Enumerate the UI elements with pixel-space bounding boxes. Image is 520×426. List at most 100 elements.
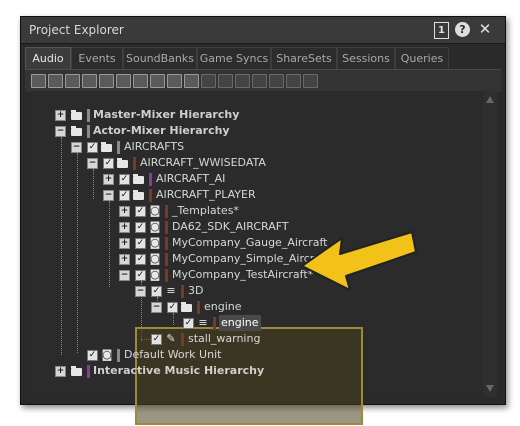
blend-container-tool-icon[interactable] xyxy=(150,74,165,88)
include-checkbox[interactable]: ✓ xyxy=(135,206,146,217)
disabled-tool-3-icon[interactable] xyxy=(235,74,250,88)
toolbar xyxy=(25,69,501,92)
callout-arrow-shape xyxy=(301,231,417,291)
disabled-tool-1-icon[interactable] xyxy=(201,74,216,88)
sound-sfx-icon: ✎ xyxy=(166,332,176,345)
tab-bar: Audio Events SoundBanks Game Syncs Share… xyxy=(25,47,501,69)
virtual-folder-tool-icon[interactable] xyxy=(65,74,80,88)
work-unit-icon: ◙ xyxy=(149,268,161,281)
expand-toggle[interactable]: + xyxy=(55,110,66,121)
expand-toggle[interactable]: + xyxy=(119,206,130,217)
color-swatch xyxy=(213,317,216,330)
work-unit-icon: ◙ xyxy=(149,204,161,217)
work-unit-tool-icon[interactable] xyxy=(31,74,46,88)
tree-row-aircraft-ai[interactable]: + ✓ AIRCRAFT_AI xyxy=(31,171,471,187)
hierarchy-icon xyxy=(71,366,82,376)
include-checkbox[interactable]: ✓ xyxy=(183,318,194,329)
disabled-tool-5-icon[interactable] xyxy=(269,74,284,88)
tree-label: _Templates* xyxy=(172,204,239,217)
folder-tool-icon[interactable] xyxy=(48,74,63,88)
expand-toggle[interactable]: + xyxy=(103,174,114,185)
tab-events[interactable]: Events xyxy=(71,47,123,69)
tree-row-interactive-music[interactable]: + Interactive Music Hierarchy xyxy=(31,363,471,379)
tree-row-templates[interactable]: + ✓ ◙ _Templates* xyxy=(31,203,471,219)
random-container-tool-icon[interactable] xyxy=(99,74,114,88)
expand-toggle[interactable]: + xyxy=(119,254,130,265)
color-swatch xyxy=(165,221,168,234)
tree-row-master-mixer[interactable]: + Master-Mixer Hierarchy xyxy=(31,107,471,123)
tree-row-aircrafts[interactable]: − ✓ AIRCRAFTS xyxy=(31,139,471,155)
tree-row-default-work-unit[interactable]: ✓ ◙ Default Work Unit xyxy=(31,347,471,363)
include-checkbox[interactable]: ✓ xyxy=(151,286,162,297)
include-checkbox[interactable]: ✓ xyxy=(103,158,114,169)
disabled-tool-6-icon[interactable] xyxy=(286,74,301,88)
collapse-toggle[interactable]: − xyxy=(71,142,82,153)
work-unit-icon: ◙ xyxy=(101,348,113,361)
sound-voice-tool-icon[interactable] xyxy=(184,74,199,88)
include-checkbox[interactable]: ✓ xyxy=(87,350,98,361)
tab-audio[interactable]: Audio xyxy=(25,47,71,69)
vertical-scrollbar[interactable] xyxy=(483,91,497,397)
expand-toggle[interactable]: + xyxy=(55,366,66,377)
close-button[interactable]: ✕ xyxy=(477,22,493,37)
collapse-toggle[interactable]: − xyxy=(151,302,162,313)
project-explorer-window: Project Explorer 1 ? ✕ Audio Events Soun… xyxy=(20,16,506,425)
include-checkbox[interactable]: ✓ xyxy=(135,270,146,281)
collapse-toggle[interactable]: − xyxy=(55,126,66,137)
tree-label: AIRCRAFTS xyxy=(124,140,185,153)
include-checkbox[interactable]: ✓ xyxy=(119,190,130,201)
tree-row-actor-mixer[interactable]: − Actor-Mixer Hierarchy xyxy=(31,123,471,139)
color-swatch xyxy=(181,285,184,298)
folder-icon xyxy=(133,190,144,200)
tab-game-syncs[interactable]: Game Syncs xyxy=(197,47,271,69)
tree-row-engine-selected[interactable]: ✓ ≡ engine xyxy=(31,315,471,331)
disabled-tool-7-icon[interactable] xyxy=(303,74,318,88)
expand-toggle[interactable]: + xyxy=(119,222,130,233)
disabled-tool-4-icon[interactable] xyxy=(252,74,267,88)
color-swatch xyxy=(165,205,168,218)
tree-label: 3D xyxy=(188,284,204,297)
include-checkbox[interactable]: ✓ xyxy=(87,142,98,153)
tree-row-stall-warning[interactable]: ✓ ✎ stall_warning xyxy=(31,331,471,347)
tree-label: AIRCRAFT_AI xyxy=(156,172,226,185)
help-button[interactable]: ? xyxy=(455,22,470,37)
collapse-toggle[interactable]: − xyxy=(135,286,146,297)
collapse-toggle[interactable]: − xyxy=(103,190,114,201)
tree-label: engine xyxy=(204,300,242,313)
tree-label: DA62_SDK_AIRCRAFT xyxy=(172,220,289,233)
tree-label: AIRCRAFT_PLAYER xyxy=(156,188,256,201)
include-checkbox[interactable]: ✓ xyxy=(151,334,162,345)
include-checkbox[interactable]: ✓ xyxy=(167,302,178,313)
work-unit-icon: ◙ xyxy=(149,252,161,265)
tab-sharesets[interactable]: ShareSets xyxy=(271,47,337,69)
collapse-toggle[interactable]: − xyxy=(87,158,98,169)
color-swatch xyxy=(165,237,168,250)
tab-queries[interactable]: Queries xyxy=(395,47,449,69)
disabled-tool-2-icon[interactable] xyxy=(218,74,233,88)
expand-toggle[interactable]: + xyxy=(119,238,130,249)
hierarchy-icon xyxy=(71,126,82,136)
tab-sessions[interactable]: Sessions xyxy=(337,47,395,69)
work-unit-icon: ◙ xyxy=(149,236,161,249)
scroll-down-icon[interactable] xyxy=(486,385,494,392)
sequence-container-tool-icon[interactable] xyxy=(116,74,131,88)
color-swatch xyxy=(87,365,90,378)
tree-label: Actor-Mixer Hierarchy xyxy=(93,124,230,137)
color-swatch xyxy=(117,141,120,154)
tree-row-aircraft-wwisedata[interactable]: − ✓ AIRCRAFT_WWISEDATA xyxy=(31,155,471,171)
pin-one-button[interactable]: 1 xyxy=(434,22,449,39)
scroll-up-icon[interactable] xyxy=(486,96,494,103)
hierarchy-icon xyxy=(71,110,82,120)
include-checkbox[interactable]: ✓ xyxy=(135,238,146,249)
window-title: Project Explorer xyxy=(29,23,124,37)
collapse-toggle[interactable]: − xyxy=(119,270,130,281)
include-checkbox[interactable]: ✓ xyxy=(135,254,146,265)
tab-soundbanks[interactable]: SoundBanks xyxy=(123,47,197,69)
tree-row-aircraft-player[interactable]: − ✓ AIRCRAFT_PLAYER xyxy=(31,187,471,203)
sound-sfx-tool-icon[interactable] xyxy=(167,74,182,88)
folder-icon xyxy=(133,174,144,184)
actor-mixer-tool-icon[interactable] xyxy=(82,74,97,88)
switch-container-tool-icon[interactable] xyxy=(133,74,148,88)
include-checkbox[interactable]: ✓ xyxy=(119,174,130,185)
include-checkbox[interactable]: ✓ xyxy=(135,222,146,233)
